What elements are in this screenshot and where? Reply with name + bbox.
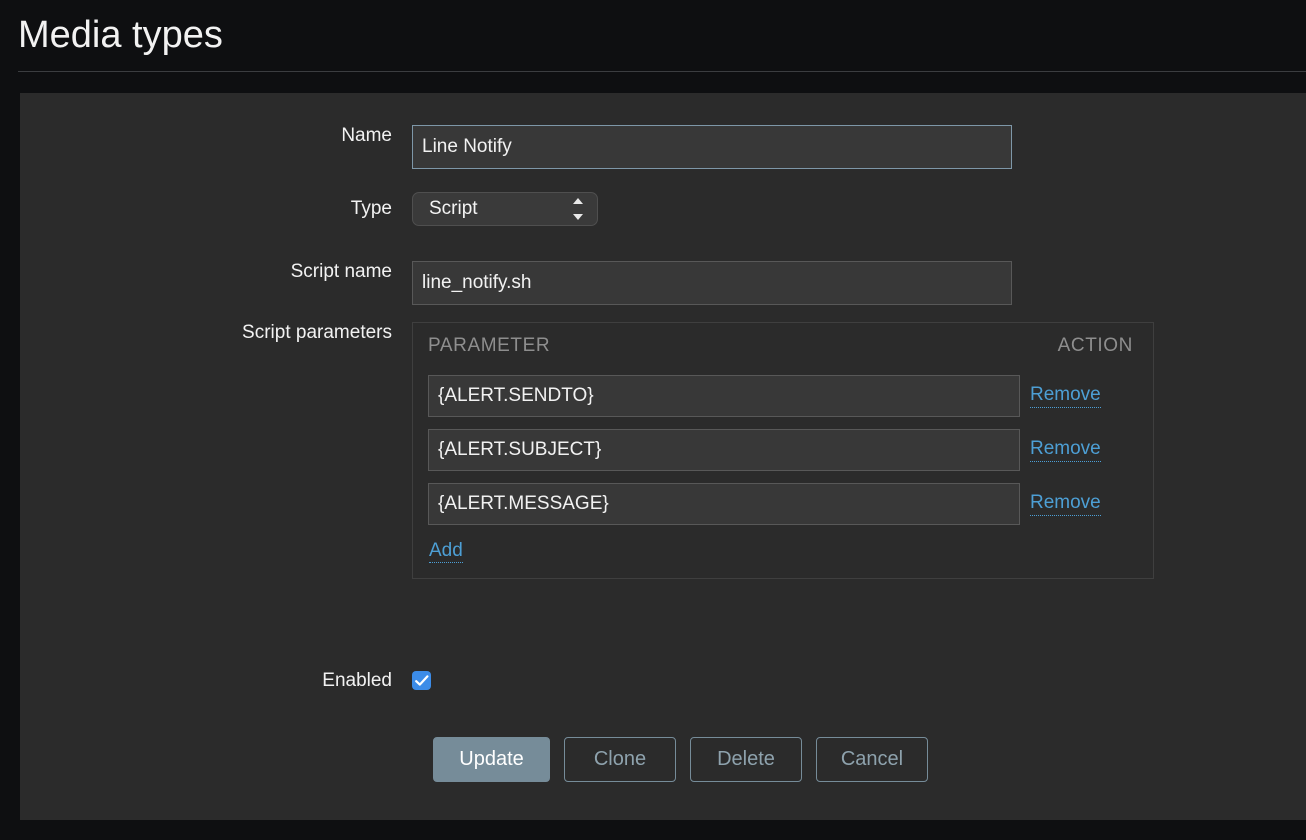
remove-link-3[interactable]: Remove	[1030, 492, 1101, 516]
column-header-action: ACTION	[1057, 335, 1133, 356]
form-row-script-name: Script name	[20, 261, 1012, 305]
checkmark-icon	[415, 675, 429, 686]
add-parameter-row: Add	[413, 531, 1153, 578]
clone-button[interactable]: Clone	[564, 737, 676, 782]
add-parameter-link[interactable]: Add	[429, 540, 463, 563]
page-title: Media types	[18, 14, 223, 56]
script-name-label: Script name	[290, 261, 392, 282]
table-header-row: PARAMETER ACTION	[413, 323, 1153, 369]
chevron-down-icon	[573, 214, 583, 220]
script-parameters-table: PARAMETER ACTION Remove Remove Remove	[412, 322, 1154, 579]
remove-link-1[interactable]: Remove	[1030, 384, 1101, 408]
parameter-input-3[interactable]	[428, 483, 1020, 525]
table-row: Remove	[413, 477, 1153, 531]
header-divider	[18, 71, 1306, 72]
column-header-parameter: PARAMETER	[428, 335, 551, 356]
page-header: Media types	[0, 0, 1306, 72]
enabled-label: Enabled	[322, 670, 392, 691]
action-cell-1: Remove	[1020, 384, 1147, 408]
type-label: Type	[350, 198, 392, 219]
form-row-enabled: Enabled	[20, 671, 431, 690]
table-row: Remove	[413, 369, 1153, 423]
name-label: Name	[341, 125, 392, 146]
form-row-name: Name	[20, 125, 1012, 169]
parameter-input-1[interactable]	[428, 375, 1020, 417]
script-name-input[interactable]	[412, 261, 1012, 305]
chevron-up-icon	[573, 198, 583, 204]
parameter-input-2[interactable]	[428, 429, 1020, 471]
update-button[interactable]: Update	[433, 737, 550, 782]
form-row-type: Type Script	[20, 192, 598, 226]
stepper-arrows-icon	[573, 197, 584, 221]
action-cell-2: Remove	[1020, 438, 1147, 462]
media-type-form-panel: Name Type Script Script name Script para…	[20, 93, 1306, 820]
form-actions: Update Clone Delete Cancel	[433, 737, 928, 782]
delete-button[interactable]: Delete	[690, 737, 802, 782]
table-row: Remove	[413, 423, 1153, 477]
cancel-button[interactable]: Cancel	[816, 737, 928, 782]
name-input[interactable]	[412, 125, 1012, 169]
action-cell-3: Remove	[1020, 492, 1147, 516]
type-select[interactable]: Script	[412, 192, 598, 226]
remove-link-2[interactable]: Remove	[1030, 438, 1101, 462]
enabled-checkbox[interactable]	[412, 671, 431, 690]
type-select-value[interactable]: Script	[412, 192, 598, 226]
form-row-script-parameters: Script parameters PARAMETER ACTION Remov…	[20, 322, 1154, 579]
script-parameters-label: Script parameters	[242, 322, 392, 343]
